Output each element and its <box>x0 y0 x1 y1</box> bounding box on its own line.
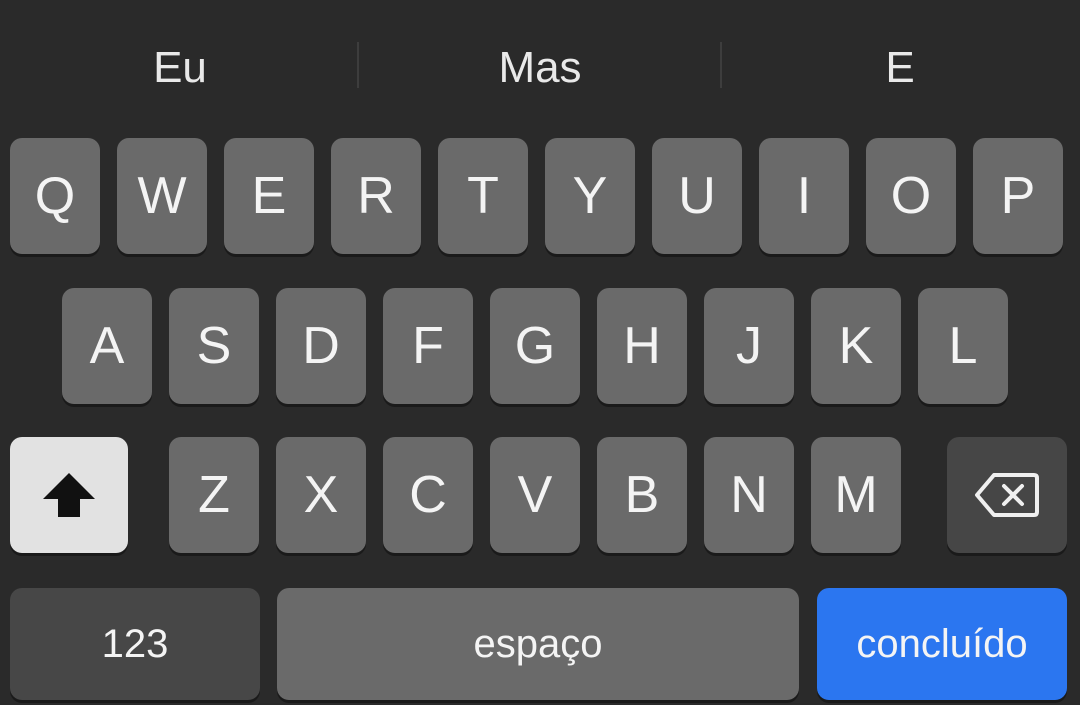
key-i[interactable]: I <box>759 138 849 254</box>
key-l[interactable]: L <box>918 288 1008 404</box>
key-f[interactable]: F <box>383 288 473 404</box>
shift-key[interactable] <box>10 437 128 553</box>
suggestion-divider <box>357 42 359 88</box>
key-x[interactable]: X <box>276 437 366 553</box>
space-bar[interactable]: espaço <box>277 588 799 700</box>
key-h[interactable]: H <box>597 288 687 404</box>
key-d[interactable]: D <box>276 288 366 404</box>
key-q[interactable]: Q <box>10 138 100 254</box>
done-button[interactable]: concluído <box>817 588 1067 700</box>
key-k[interactable]: K <box>811 288 901 404</box>
key-c[interactable]: C <box>383 437 473 553</box>
suggestion-bar: Eu Mas E <box>0 0 1080 130</box>
key-e[interactable]: E <box>224 138 314 254</box>
numbers-key[interactable]: 123 <box>10 588 260 700</box>
key-b[interactable]: B <box>597 437 687 553</box>
key-g[interactable]: G <box>490 288 580 404</box>
suggestion-1[interactable]: Eu <box>20 38 340 98</box>
key-y[interactable]: Y <box>545 138 635 254</box>
key-m[interactable]: M <box>811 437 901 553</box>
key-a[interactable]: A <box>62 288 152 404</box>
key-o[interactable]: O <box>866 138 956 254</box>
key-n[interactable]: N <box>704 437 794 553</box>
key-z[interactable]: Z <box>169 437 259 553</box>
suggestion-2[interactable]: Mas <box>380 38 700 98</box>
key-p[interactable]: P <box>973 138 1063 254</box>
shift-icon <box>39 469 99 521</box>
suggestion-3[interactable]: E <box>740 38 1060 98</box>
key-v[interactable]: V <box>490 437 580 553</box>
key-j[interactable]: J <box>704 288 794 404</box>
key-s[interactable]: S <box>169 288 259 404</box>
key-t[interactable]: T <box>438 138 528 254</box>
key-r[interactable]: R <box>331 138 421 254</box>
key-u[interactable]: U <box>652 138 742 254</box>
backspace-icon <box>974 471 1040 519</box>
delete-key[interactable] <box>947 437 1067 553</box>
suggestion-divider <box>720 42 722 88</box>
keyboard: Eu Mas E Q W E R T Y U I O P A S D F G H… <box>0 0 1080 705</box>
key-w[interactable]: W <box>117 138 207 254</box>
